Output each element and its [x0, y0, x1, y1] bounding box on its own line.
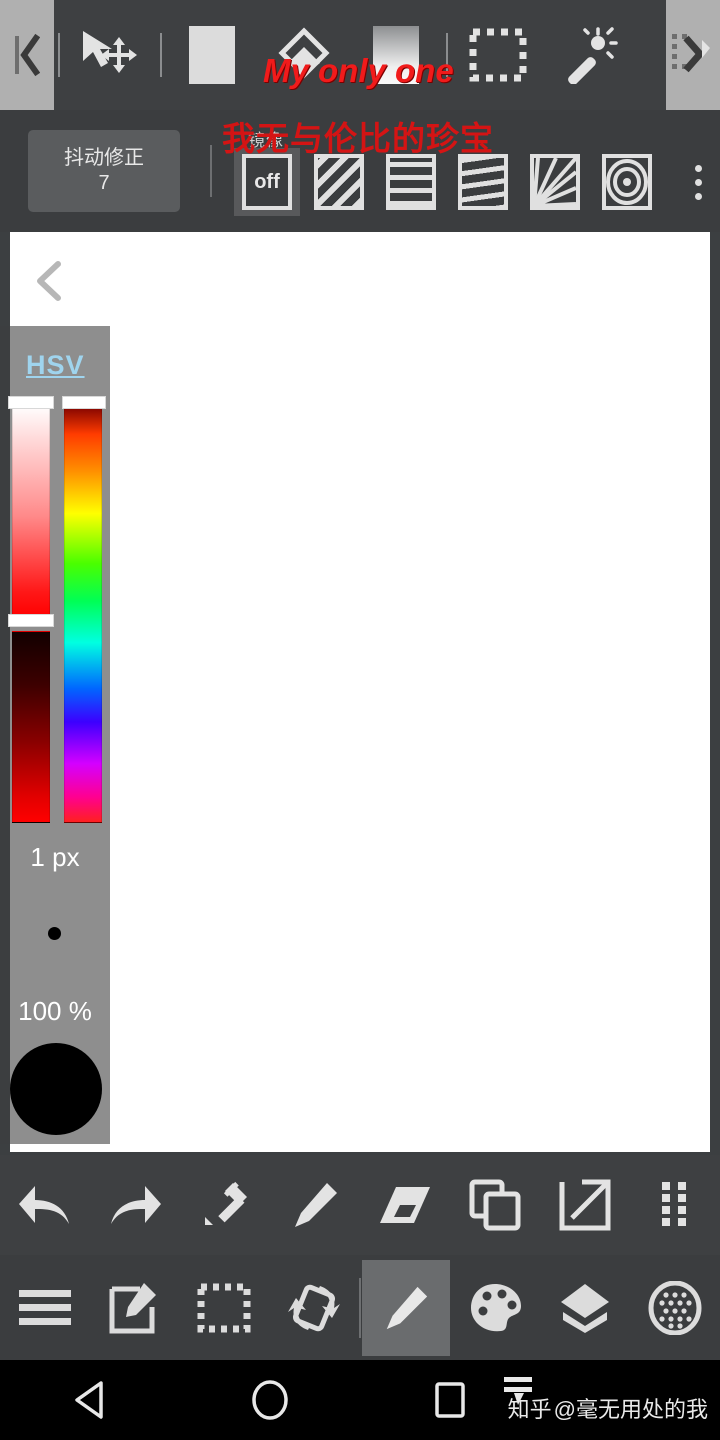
rotate-canvas-icon [288, 1284, 341, 1331]
transform-move-tool[interactable] [64, 0, 156, 110]
edit-note-icon [109, 1282, 156, 1333]
redo-button[interactable] [90, 1155, 180, 1255]
pencil-icon [386, 1286, 428, 1329]
magic-wand-tool[interactable] [544, 0, 636, 110]
export-button[interactable] [540, 1155, 630, 1255]
android-back-button[interactable] [0, 1379, 180, 1421]
watermark-handle: @毫无用处的我 [553, 1397, 708, 1422]
cursor-move-icon [83, 31, 137, 73]
layers-button[interactable] [541, 1255, 631, 1360]
toolbar-divider [160, 33, 162, 77]
value-slider-handle[interactable] [8, 614, 54, 627]
opacity-label[interactable]: 100 % [0, 996, 110, 1027]
bottom-nav-bar [0, 1255, 720, 1360]
eyedropper-button[interactable] [180, 1155, 270, 1255]
android-home-circle-icon [252, 1380, 288, 1420]
android-back-triangle-icon [75, 1381, 103, 1419]
pencil-icon [295, 1183, 337, 1227]
chevron-left-icon [15, 33, 40, 77]
palette-button[interactable] [451, 1255, 541, 1360]
drawing-canvas[interactable] [10, 232, 710, 1152]
fill-solid-tool[interactable] [166, 0, 258, 110]
action-toolbar [0, 1155, 720, 1255]
toolbar-collapse-left-button[interactable] [0, 0, 54, 110]
texture-dots-icon [648, 1280, 702, 1335]
diagonal-stripes-icon [314, 154, 364, 210]
hsv-mode-label[interactable]: HSV [26, 350, 85, 381]
stabilizer-button[interactable]: 抖动修正 7 [28, 130, 180, 212]
dotted-rectangle-icon [469, 28, 527, 82]
solid-square-icon [189, 26, 235, 84]
duplicate-button[interactable] [450, 1155, 540, 1255]
redo-arrow-icon [111, 1186, 161, 1224]
eyedropper-icon [205, 1181, 247, 1225]
pencil-button[interactable] [270, 1155, 360, 1255]
saturation-slider[interactable] [12, 404, 50, 619]
guide-overflow-menu[interactable] [676, 148, 720, 216]
drag-handle[interactable] [630, 1155, 720, 1255]
eraser-icon [380, 1187, 430, 1223]
hue-slider[interactable] [64, 404, 102, 823]
android-recents-square-icon [435, 1382, 465, 1418]
rect-select-tool[interactable] [452, 0, 544, 110]
share-external-icon [559, 1179, 611, 1231]
chevron-left-icon [37, 261, 61, 301]
eraser-button[interactable] [360, 1155, 450, 1255]
three-dots-vertical-icon [694, 192, 702, 200]
palette-icon [470, 1283, 521, 1331]
chevron-right-dotted-icon [672, 34, 710, 73]
three-dots-vertical-icon [694, 178, 702, 186]
magic-wand-icon [568, 27, 618, 84]
active-highlight [361, 1259, 450, 1356]
saturation-slider-handle[interactable] [8, 396, 54, 409]
stabilizer-value: 7 [98, 172, 110, 194]
android-home-button[interactable] [180, 1378, 360, 1422]
annotation-chinese: 我无与伦比的珍宝 [222, 120, 494, 157]
opacity-preview [10, 1043, 102, 1135]
three-dots-vertical-icon [694, 164, 702, 172]
texture-button[interactable] [630, 1255, 720, 1360]
guide-off-label: off [242, 154, 292, 210]
undo-button[interactable] [0, 1155, 90, 1255]
menu-button[interactable] [0, 1255, 90, 1360]
stabilizer-label: 抖动修正 [64, 147, 144, 169]
hamburger-menu-icon [18, 1289, 71, 1325]
rotate-button[interactable] [269, 1255, 359, 1360]
brush-size-preview [48, 927, 61, 940]
radial-fan-icon [530, 154, 580, 210]
grid-dots-handle-icon [662, 1182, 686, 1226]
value-slider[interactable] [12, 631, 50, 823]
watermark-logo-text: 知乎 [507, 1397, 552, 1422]
layers-icon [561, 1283, 610, 1333]
toolbar-divider [58, 33, 60, 77]
grid-icon [386, 154, 436, 210]
hue-slider-handle[interactable] [62, 396, 106, 409]
concentric-circles-icon [602, 154, 652, 210]
watermark: 知乎 @毫无用处的我 [508, 1392, 708, 1424]
toolbar-divider [210, 145, 212, 197]
toolbar-collapse-right-button[interactable] [666, 0, 720, 110]
perspective-lines-icon [458, 154, 508, 210]
dotted-select-icon [197, 1283, 251, 1332]
undo-arrow-icon [19, 1186, 69, 1224]
select-button[interactable] [180, 1255, 270, 1360]
copy-layers-icon [469, 1179, 521, 1231]
edit-canvas-button[interactable] [90, 1255, 180, 1360]
canvas-back-button[interactable] [32, 260, 66, 307]
annotation-english: My only one [263, 52, 454, 89]
guide-concentric[interactable] [594, 148, 660, 216]
app-root: 抖动修正 7 镜像 off HSV 1 px 100 % 知乎 @毫无用处的我 … [0, 0, 720, 1440]
guide-radial-fan[interactable] [522, 148, 588, 216]
draw-tool-button[interactable] [361, 1255, 451, 1360]
brush-size-label[interactable]: 1 px [0, 842, 110, 873]
